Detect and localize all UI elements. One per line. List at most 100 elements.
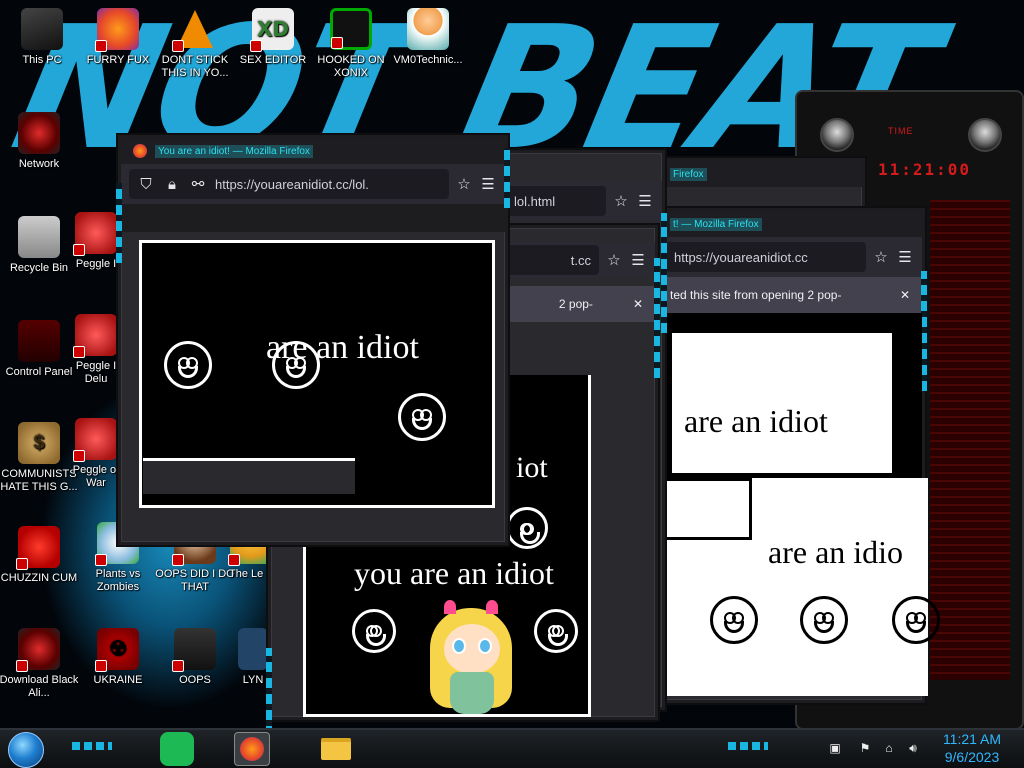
window-title: Firefox <box>670 167 707 181</box>
window-titlebar[interactable]: You are an idiot! — Mozilla Firefox <box>121 138 505 164</box>
desktop-icon-label: OOPS <box>179 674 211 686</box>
desktop-icon-download-black-ali[interactable]: Download Black Ali... <box>0 628 81 700</box>
peggle-icon <box>73 212 117 256</box>
nested-window-frame <box>143 458 355 494</box>
smiley-icon <box>800 596 848 644</box>
popup-blocked-bar: ted this site from opening 2 pop- ✕ <box>658 277 922 313</box>
taskbar-clock[interactable]: 11:21 AM 9/6/2023 <box>938 730 1006 766</box>
bookmark-star-icon[interactable]: ☆ <box>872 248 890 266</box>
desktop-icon-label: Peggle of War <box>72 464 120 489</box>
alien-head-icon <box>968 118 1002 152</box>
taskbar-firefox[interactable] <box>234 732 270 766</box>
window-spacer <box>121 204 505 232</box>
url-text: lol.html <box>514 193 556 209</box>
desktop-icon-chuzzin-cum[interactable]: CHUZZIN CUM <box>0 526 81 585</box>
desktop-icon-furry-fux[interactable]: FURRY FUX <box>76 8 160 67</box>
popup-blocked-text: ted this site from opening 2 pop- <box>670 288 842 302</box>
desktop-icon-label: Download Black Ali... <box>0 674 79 699</box>
window-frame-accent <box>661 213 667 333</box>
window-titlebar[interactable]: Firefox <box>658 161 862 187</box>
desktop-icon-dont-stick[interactable]: DONT STICK THIS IN YO... <box>153 8 237 80</box>
idiot-page-white: are an idiot <box>672 333 892 473</box>
alien-orb-icon <box>18 112 60 154</box>
browser-toolbar: https://youareanidiot.cc ☆ ☰ <box>658 237 922 277</box>
url-bar[interactable]: https://youareanidiot.cc <box>666 242 866 272</box>
url-bar[interactable]: lol.html <box>506 186 606 216</box>
adobe-xd-icon: XD <box>250 8 294 52</box>
alien-head-icon <box>820 118 854 152</box>
desktop-icon-label: This PC <box>22 54 62 66</box>
computer-icon <box>21 8 63 50</box>
window-frame-accent <box>504 148 510 208</box>
xonix-game-icon <box>330 8 372 50</box>
device-icon[interactable]: ▣ <box>828 741 842 755</box>
desktop-icon-network[interactable]: Network <box>0 112 81 171</box>
firefox-window-main[interactable]: You are an idiot! — Mozilla Firefox ⛉ 🔒︎… <box>116 135 510 545</box>
recycle-bin-icon <box>18 216 60 258</box>
smiley-icon <box>164 341 212 389</box>
desktop-icon-oops[interactable]: OOPS <box>153 628 237 687</box>
desktop-icon-hooked-on-xonix[interactable]: HOOKED ON XONIX <box>309 8 393 80</box>
smiley-icon <box>892 596 940 644</box>
file-explorer-icon[interactable] <box>318 732 354 766</box>
url-text: https://youareanidiot.cc/lol. <box>215 176 369 192</box>
hamburger-menu-icon[interactable]: ☰ <box>636 192 654 210</box>
url-bar[interactable]: ⛉ 🔒︎ ⚯ https://youareanidiot.cc/lol. <box>129 169 449 199</box>
desktop-icon-vm0technic[interactable]: VM0Technic... <box>386 8 470 67</box>
url-text: https://youareanidiot.cc <box>674 249 808 265</box>
desktop-icon-peggle-delu[interactable]: Peggle I Delu <box>66 314 126 386</box>
desktop-icon-lyn[interactable]: LYN <box>236 628 270 687</box>
smiley-icon <box>398 393 446 441</box>
permissions-icon[interactable]: ⚯ <box>189 175 207 193</box>
window-title: You are an idiot! — Mozilla Firefox <box>155 144 313 158</box>
volume-icon[interactable]: 🔊︎ <box>906 741 920 755</box>
start-orb-icon[interactable] <box>8 732 44 768</box>
peggle-icon <box>73 314 117 358</box>
cartoon-character-sticker <box>420 598 520 718</box>
idiot-text: are an idio <box>768 534 904 570</box>
vlc-cone-icon <box>172 8 216 52</box>
desktop-icon-label: UKRAINE <box>93 674 143 686</box>
desktop-icon-peggle-war[interactable]: Peggle of War <box>66 418 126 490</box>
desktop-icon-label: SEX EDITOR <box>239 54 307 66</box>
bookmark-star-icon[interactable]: ☆ <box>612 192 630 210</box>
desktop-icon-ukraine[interactable]: ☢ UKRAINE <box>76 628 160 687</box>
doctor-icon <box>407 8 449 50</box>
url-text: t.cc <box>570 252 591 268</box>
browser-toolbar: ⛉ 🔒︎ ⚯ https://youareanidiot.cc/lol. ☆ ☰ <box>121 164 505 204</box>
taskbar: ▣ ⚑ ⌂ 🔊︎ 11:21 AM 9/6/2023 <box>0 728 1024 768</box>
bookmark-star-icon[interactable]: ☆ <box>605 251 623 269</box>
desktop-icon-sex-editor[interactable]: XD SEX EDITOR <box>231 8 315 67</box>
shield-icon[interactable]: ⛉ <box>137 175 155 193</box>
smiley-icon <box>534 609 578 653</box>
network-icon[interactable]: ⌂ <box>882 741 896 755</box>
desktop-icon-label: DONT STICK THIS IN YO... <box>161 54 229 79</box>
close-icon[interactable]: ✕ <box>900 288 910 302</box>
close-icon[interactable]: ✕ <box>633 297 643 311</box>
taskbar-decor <box>72 742 112 750</box>
money-bag-icon: $ <box>18 422 60 464</box>
chuzzle-icon <box>16 526 60 570</box>
window-titlebar[interactable]: t! — Mozilla Firefox <box>658 211 922 237</box>
bookmark-star-icon[interactable]: ☆ <box>455 175 473 193</box>
spotify-icon[interactable] <box>160 732 194 766</box>
firefox-icon <box>133 144 147 158</box>
smiley-icon <box>352 609 396 653</box>
hamburger-menu-icon[interactable]: ☰ <box>479 175 497 193</box>
hamburger-menu-icon[interactable]: ☰ <box>896 248 914 266</box>
control-panel-icon <box>18 320 60 362</box>
idiot-text: you are an idiot <box>354 555 554 591</box>
desktop-icon-label: Network <box>18 158 60 170</box>
lock-icon[interactable]: 🔒︎ <box>163 175 181 193</box>
smiley-icon <box>506 507 548 549</box>
idiot-text: iot <box>516 451 548 484</box>
firefox-icon <box>240 737 264 761</box>
peggle-icon <box>73 418 117 462</box>
clock-date: 9/6/2023 <box>944 749 1000 765</box>
desktop-icon-label: VM0Technic... <box>393 54 463 66</box>
game-icon <box>238 628 268 670</box>
hamburger-menu-icon[interactable]: ☰ <box>629 251 647 269</box>
clock-time: 11:21 AM <box>942 731 1002 747</box>
desktop-icon-this-pc[interactable]: This PC <box>0 8 84 67</box>
flag-icon[interactable]: ⚑ <box>858 741 872 755</box>
